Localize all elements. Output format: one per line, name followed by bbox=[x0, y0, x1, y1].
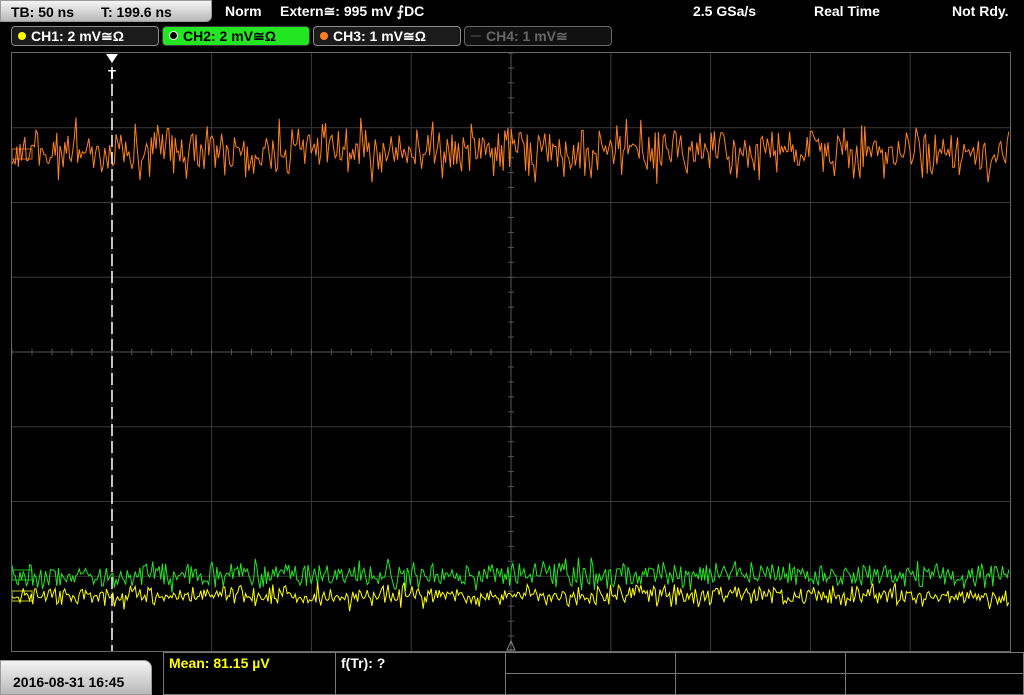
measurement-slot-4[interactable] bbox=[675, 652, 846, 674]
measurement-2[interactable]: f(Tr): ? bbox=[335, 652, 506, 695]
measurement-1[interactable]: Mean: 81.15 µV bbox=[163, 652, 336, 695]
measurement-slot-7[interactable] bbox=[675, 673, 846, 695]
measurement-slot-5[interactable] bbox=[845, 652, 1024, 674]
acquisition-mode-label[interactable]: Real Time bbox=[814, 3, 880, 19]
trigger-time-label: T: 199.6 ns bbox=[101, 4, 172, 20]
sample-rate-label[interactable]: 2.5 GSa/s bbox=[693, 3, 756, 19]
datetime-box: 2016-08-31 16:45 bbox=[0, 660, 152, 695]
ch1-label: CH1: 2 mV≅Ω bbox=[31, 28, 124, 44]
timebase-box[interactable]: TB: 50 ns T: 199.6 ns bbox=[0, 0, 212, 22]
ch1-color-icon bbox=[18, 32, 26, 40]
measurement-slot-3[interactable] bbox=[505, 652, 676, 674]
datetime-label: 2016-08-31 16:45 bbox=[13, 674, 125, 690]
timebase-label: TB: 50 ns bbox=[11, 4, 75, 20]
tab-ch4[interactable]: CH4: 1 mV≅ bbox=[464, 26, 612, 46]
status-bar: TB: 50 ns T: 199.6 ns Norm Extern≅: 995 … bbox=[0, 0, 1024, 24]
ch3-label: CH3: 1 mV≅Ω bbox=[333, 28, 426, 44]
ch2-color-icon bbox=[169, 31, 178, 40]
waveform-display[interactable]: T bbox=[11, 52, 1011, 652]
tab-ch2[interactable]: CH2: 2 mV≅Ω bbox=[162, 26, 310, 46]
measurement-1-label: Mean: 81.15 µV bbox=[169, 655, 270, 671]
trigger-marker-label: T bbox=[108, 67, 116, 82]
measurement-slot-6[interactable] bbox=[505, 673, 676, 695]
measurement-2-label: f(Tr): ? bbox=[341, 655, 386, 671]
trigger-source-label[interactable]: Extern≅: 995 mV ⨍DC bbox=[280, 3, 424, 20]
status-label: Not Rdy. bbox=[952, 3, 1009, 19]
ch2-trace bbox=[12, 557, 1010, 593]
ch1-trace bbox=[12, 582, 1010, 612]
measurement-slot-8[interactable] bbox=[845, 673, 1024, 695]
ch4-off-icon bbox=[471, 35, 481, 37]
waveform-canvas: T bbox=[12, 53, 1010, 651]
channel-tabs: CH1: 2 mV≅Ω CH2: 2 mV≅Ω CH3: 1 mV≅Ω CH4:… bbox=[0, 26, 1024, 48]
trigger-position-arrow-icon[interactable] bbox=[106, 54, 118, 63]
ch4-label: CH4: 1 mV≅ bbox=[486, 28, 568, 44]
ch2-label: CH2: 2 mV≅Ω bbox=[183, 28, 276, 44]
tab-ch1[interactable]: CH1: 2 mV≅Ω bbox=[11, 26, 159, 46]
ch3-color-icon bbox=[320, 32, 328, 40]
tab-ch3[interactable]: CH3: 1 mV≅Ω bbox=[313, 26, 461, 46]
trigger-mode-label[interactable]: Norm bbox=[225, 3, 262, 19]
